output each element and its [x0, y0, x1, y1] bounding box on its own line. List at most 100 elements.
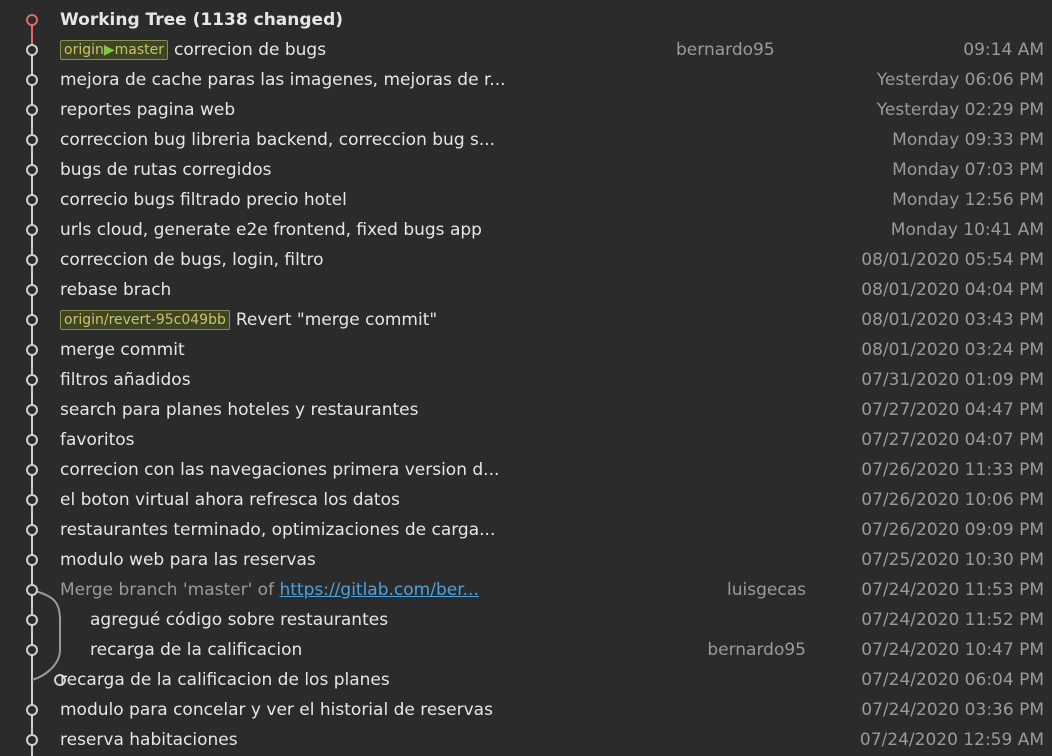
- commit-row[interactable]: recarga de la calificacion bernardo95 07/2…: [0, 635, 1052, 665]
- commit-row[interactable]: agregué código sobre restaurantes 07/24/2…: [0, 605, 1052, 635]
- commit-date: Yesterday 02:29 PM: [876, 100, 1044, 120]
- commit-date: 08/01/2020 04:04 PM: [861, 280, 1044, 300]
- commit-message: merge commit: [60, 335, 185, 365]
- commit-row[interactable]: filtros añadidos 07/31/2020 01:09 PM: [0, 365, 1052, 395]
- commit-date: Yesterday 06:06 PM: [876, 70, 1044, 90]
- play-icon: ▶: [103, 42, 115, 58]
- commit-date: Monday 12:56 PM: [892, 190, 1044, 210]
- commit-message: modulo web para las reservas: [60, 545, 316, 575]
- commit-author: bernardo95: [707, 640, 806, 660]
- commit-row[interactable]: el boton virtual ahora refresca los dato…: [0, 485, 1052, 515]
- commit-message: bugs de rutas corregidos: [60, 155, 271, 185]
- commit-message-text: modulo para concelar y ver el historial …: [60, 700, 493, 720]
- commit-row[interactable]: reserva habitaciones 07/24/2020 12:59 AM: [0, 725, 1052, 755]
- commit-row[interactable]: favoritos 07/27/2020 04:07 PM: [0, 425, 1052, 455]
- commit-row[interactable]: restaurantes terminado, optimizaciones d…: [0, 515, 1052, 545]
- commit-date: 07/25/2020 10:30 PM: [861, 550, 1044, 570]
- commit-row[interactable]: mejora de cache paras las imagenes, mejo…: [0, 65, 1052, 95]
- branch-name: master: [114, 42, 165, 58]
- commit-message: correcion con las navegaciones primera v…: [60, 455, 499, 485]
- commit-message-text: filtros añadidos: [60, 370, 191, 390]
- commit-message-text: mejora de cache paras las imagenes, mejo…: [60, 70, 506, 90]
- commit-date: 07/24/2020 06:04 PM: [861, 670, 1044, 690]
- commit-message-text: rebase brach: [60, 280, 172, 300]
- commit-row[interactable]: bugs de rutas corregidos Monday 07:03 PM: [0, 155, 1052, 185]
- commit-date: Monday 09:33 PM: [892, 130, 1044, 150]
- commit-row[interactable]: rebase brach 08/01/2020 04:04 PM: [0, 275, 1052, 305]
- commit-row[interactable]: merge commit 08/01/2020 03:24 PM: [0, 335, 1052, 365]
- commit-row[interactable]: search para planes hoteles y restaurante…: [0, 395, 1052, 425]
- commit-row[interactable]: correccion bug libreria backend, correcc…: [0, 125, 1052, 155]
- commit-message-text: correcion de bugs: [174, 40, 327, 60]
- commit-message: correccion bug libreria backend, correcc…: [60, 125, 495, 155]
- commit-message: origin▶master correcion de bugs: [60, 35, 326, 65]
- commit-date: 08/01/2020 03:43 PM: [861, 310, 1044, 330]
- branch-remote-label: origin: [64, 42, 104, 58]
- commit-date: 07/24/2020 03:36 PM: [861, 700, 1044, 720]
- commit-date: 08/01/2020 03:24 PM: [861, 340, 1044, 360]
- commit-date: 07/26/2020 11:33 PM: [861, 460, 1044, 480]
- commit-message-text: reportes pagina web: [60, 100, 236, 120]
- commit-link[interactable]: https://gitlab.com/ber...: [279, 580, 478, 600]
- commit-message: recarga de la calificacion de los planes: [60, 665, 390, 695]
- commit-date: 07/24/2020 11:52 PM: [861, 610, 1044, 630]
- commit-row[interactable]: modulo para concelar y ver el historial …: [0, 695, 1052, 725]
- commit-message-text: correcio bugs filtrado precio hotel: [60, 190, 347, 210]
- commit-author: luisgecas: [727, 580, 806, 600]
- commit-message-text: restaurantes terminado, optimizaciones d…: [60, 520, 496, 540]
- commit-message: el boton virtual ahora refresca los dato…: [60, 485, 400, 515]
- commit-message-text: urls cloud, generate e2e frontend, fixed…: [60, 220, 482, 240]
- commit-message-text: modulo web para las reservas: [60, 550, 316, 570]
- commit-date: 07/24/2020 10:47 PM: [861, 640, 1044, 660]
- commit-date: 07/31/2020 01:09 PM: [861, 370, 1044, 390]
- commit-date: 07/24/2020 11:53 PM: [861, 580, 1044, 600]
- commit-date: Monday 07:03 PM: [892, 160, 1044, 180]
- commit-date: 07/27/2020 04:47 PM: [861, 400, 1044, 420]
- commit-message: urls cloud, generate e2e frontend, fixed…: [60, 215, 482, 245]
- commit-message: correcio bugs filtrado precio hotel: [60, 185, 347, 215]
- commit-message-text: el boton virtual ahora refresca los dato…: [60, 490, 400, 510]
- commit-message-text: bugs de rutas corregidos: [60, 160, 272, 180]
- commit-message-text: recarga de la calificacion de los planes: [60, 670, 390, 690]
- commit-message: search para planes hoteles y restaurante…: [60, 395, 418, 425]
- commit-date: Monday 10:41 AM: [890, 220, 1044, 240]
- commit-row[interactable]: correcio bugs filtrado precio hotel Monda…: [0, 185, 1052, 215]
- branch-tag[interactable]: origin/revert-95c049bb: [60, 310, 230, 330]
- commit-message: restaurantes terminado, optimizaciones d…: [60, 515, 495, 545]
- commit-message-text: correccion de bugs, login, filtro: [60, 250, 324, 270]
- commit-message: rebase brach: [60, 275, 171, 305]
- commit-message: recarga de la calificacion: [90, 635, 302, 665]
- working-tree-label: Working Tree (1138 changed): [60, 10, 344, 30]
- commit-message-text: Revert "merge commit": [235, 310, 438, 330]
- commit-message-text: Merge branch 'master' of: [60, 580, 280, 600]
- commit-row[interactable]: origin/revert-95c049bb Revert "merge comm…: [0, 305, 1052, 335]
- commit-message: favoritos: [60, 425, 135, 455]
- commit-row[interactable]: origin▶master correcion de bugs bernardo95…: [0, 35, 1052, 65]
- branch-name: origin/revert-95c049bb: [64, 312, 226, 328]
- commit-row[interactable]: correccion de bugs, login, filtro 08/01/2…: [0, 245, 1052, 275]
- commit-row[interactable]: recarga de la calificacion de los planes…: [0, 665, 1052, 695]
- working-tree-row[interactable]: Working Tree (1138 changed): [0, 5, 1052, 35]
- commit-message-text: reserva habitaciones: [60, 730, 238, 750]
- commit-message: origin/revert-95c049bb Revert "merge comm…: [60, 305, 437, 335]
- commit-message: filtros añadidos: [60, 365, 191, 395]
- branch-tag[interactable]: origin▶master: [60, 40, 169, 60]
- commit-row[interactable]: reportes pagina web Yesterday 02:29 PM: [0, 95, 1052, 125]
- commit-row[interactable]: urls cloud, generate e2e frontend, fixed…: [0, 215, 1052, 245]
- commit-message-text: favoritos: [60, 430, 135, 450]
- commit-row[interactable]: modulo web para las reservas 07/25/2020 1…: [0, 545, 1052, 575]
- commit-message: modulo para concelar y ver el historial …: [60, 695, 493, 725]
- commit-message: reserva habitaciones: [60, 725, 238, 755]
- commit-message-text: correccion bug libreria backend, correcc…: [60, 130, 496, 150]
- commit-message: Merge branch 'master' of https://gitlab.…: [60, 575, 479, 605]
- commit-date: 08/01/2020 05:54 PM: [861, 250, 1044, 270]
- commit-author: bernardo95: [676, 40, 775, 60]
- commit-message: mejora de cache paras las imagenes, mejo…: [60, 65, 506, 95]
- commit-row[interactable]: correcion con las navegaciones primera v…: [0, 455, 1052, 485]
- commit-row[interactable]: Merge branch 'master' of https://gitlab.…: [0, 575, 1052, 605]
- commit-message-text: merge commit: [60, 340, 185, 360]
- commit-message-text: search para planes hoteles y restaurante…: [60, 400, 419, 420]
- commit-message-text: recarga de la calificacion: [90, 640, 303, 660]
- commit-date: 07/26/2020 10:06 PM: [861, 490, 1044, 510]
- commit-message: correccion de bugs, login, filtro: [60, 245, 324, 275]
